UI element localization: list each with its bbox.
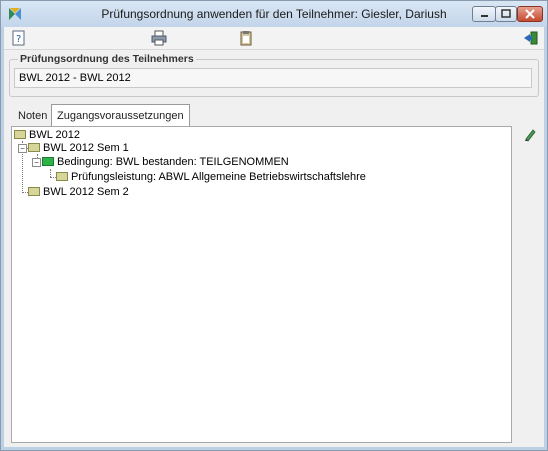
- close-button[interactable]: [517, 6, 543, 22]
- tree-connector: [50, 169, 51, 177]
- tab-noten[interactable]: Noten: [12, 107, 53, 126]
- folder-icon: [28, 143, 40, 152]
- maximize-button[interactable]: [495, 6, 517, 22]
- exit-icon[interactable]: [523, 30, 539, 46]
- folder-green-icon: [42, 157, 54, 166]
- folder-icon: [14, 130, 26, 139]
- collapse-toggle[interactable]: −: [32, 158, 41, 167]
- group-label: Prüfungsordnung des Teilnehmers: [18, 53, 196, 65]
- tree-node[interactable]: BWL 2012 Sem 1: [28, 141, 129, 155]
- examination-regulation-group: Prüfungsordnung des Teilnehmers BWL 2012…: [9, 53, 539, 97]
- window-title: Prüfungsordnung anwenden für den Teilneh…: [101, 7, 447, 21]
- tree-node[interactable]: Prüfungsleistung: ABWL Allgemeine Betrie…: [56, 170, 366, 184]
- folder-icon: [28, 187, 40, 196]
- print-icon[interactable]: [151, 30, 167, 46]
- clipboard-icon[interactable]: [238, 30, 254, 46]
- examination-regulation-field[interactable]: BWL 2012 - BWL 2012: [14, 68, 532, 88]
- pencil-icon[interactable]: [523, 128, 537, 142]
- maximize-icon: [501, 9, 511, 18]
- side-toolbar: [514, 126, 538, 443]
- tab-zugangsvoraussetzungen[interactable]: Zugangsvoraussetzungen: [51, 104, 190, 127]
- tree-node-label: Bedingung: BWL bestanden: TEILGENOMMEN: [57, 156, 289, 168]
- tree-node-label: BWL 2012 Sem 2: [43, 186, 129, 198]
- client-area: ? Prüfungsordnung des Teilnehmers BWL 20…: [4, 27, 544, 447]
- toolbar: ?: [4, 27, 544, 50]
- application-window: Prüfungsordnung anwenden für den Teilneh…: [0, 0, 548, 451]
- tree-view[interactable]: BWL 2012 − BWL 2012 Sem 1 − Bedingung: B…: [11, 126, 512, 443]
- close-icon: [525, 9, 535, 19]
- svg-text:?: ?: [16, 34, 21, 45]
- help-icon[interactable]: ?: [11, 30, 27, 46]
- folder-icon: [56, 172, 68, 181]
- tree-node-label: BWL 2012: [29, 129, 80, 141]
- collapse-toggle[interactable]: −: [18, 144, 27, 153]
- title-bar[interactable]: Prüfungsordnung anwenden für den Teilneh…: [1, 1, 547, 27]
- minimize-button[interactable]: [472, 6, 496, 22]
- tree-node-label: Prüfungsleistung: ABWL Allgemeine Betrie…: [71, 171, 366, 183]
- tree-node-label: BWL 2012 Sem 1: [43, 142, 129, 154]
- tree-node[interactable]: BWL 2012 Sem 2: [28, 185, 129, 199]
- minimize-icon: [481, 15, 488, 17]
- tree-node[interactable]: Bedingung: BWL bestanden: TEILGENOMMEN: [42, 155, 289, 169]
- tree-node[interactable]: BWL 2012: [14, 128, 80, 142]
